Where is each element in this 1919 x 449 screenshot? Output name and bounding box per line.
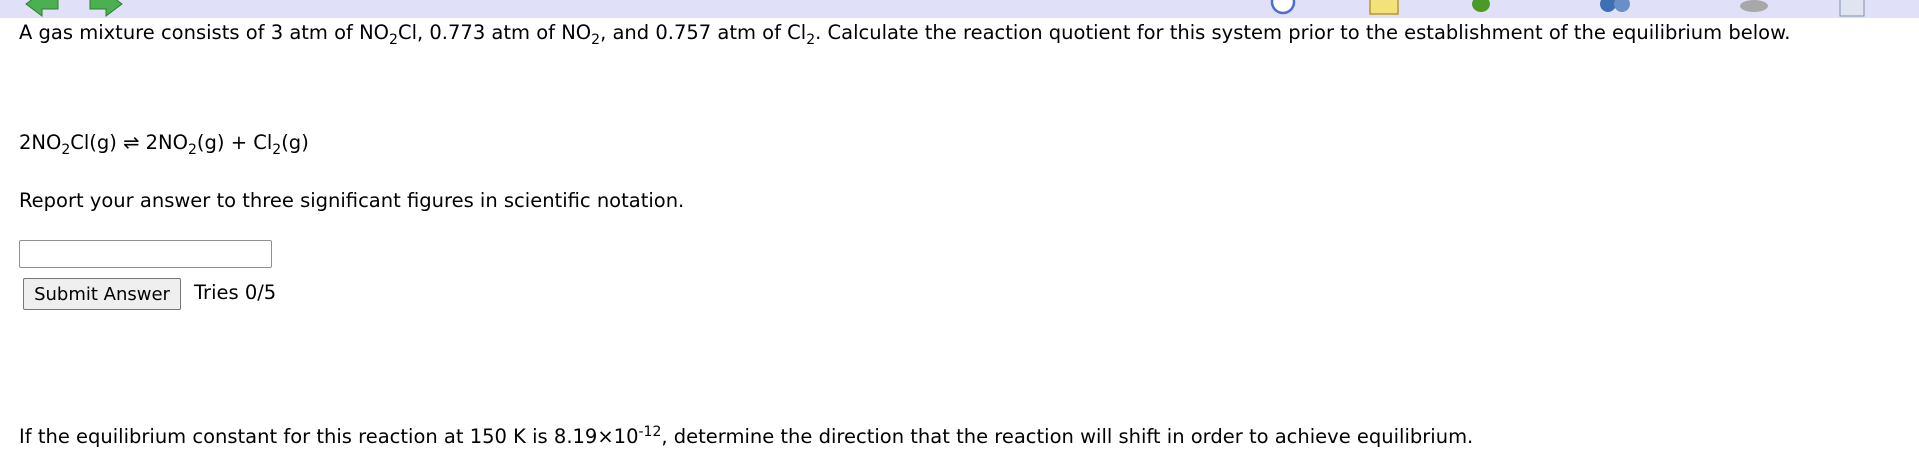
- instruction-text: Report your answer to three significant …: [19, 189, 685, 212]
- question-intro: A gas mixture consists of 3 atm of NO2Cl…: [19, 21, 1791, 48]
- forward-arrow-icon[interactable]: [86, 0, 126, 18]
- submit-answer-button[interactable]: Submit Answer: [23, 278, 181, 310]
- edit-icon[interactable]: [1836, 0, 1872, 18]
- followup-question: If the equilibrium constant for this rea…: [19, 424, 1474, 448]
- leaf-icon[interactable]: [1466, 0, 1496, 18]
- database-icon[interactable]: [1736, 0, 1772, 18]
- answer-input[interactable]: [19, 240, 272, 268]
- people-icon[interactable]: [1596, 0, 1636, 18]
- note-icon[interactable]: [1368, 0, 1400, 18]
- back-arrow-icon[interactable]: [22, 0, 62, 18]
- toolbar: [0, 0, 1919, 18]
- clock-icon[interactable]: [1268, 0, 1298, 18]
- reaction-equation: 2NO2Cl(g) ⇌ 2NO2(g) + Cl2(g): [19, 131, 309, 158]
- tries-counter: Tries 0/5: [194, 281, 277, 304]
